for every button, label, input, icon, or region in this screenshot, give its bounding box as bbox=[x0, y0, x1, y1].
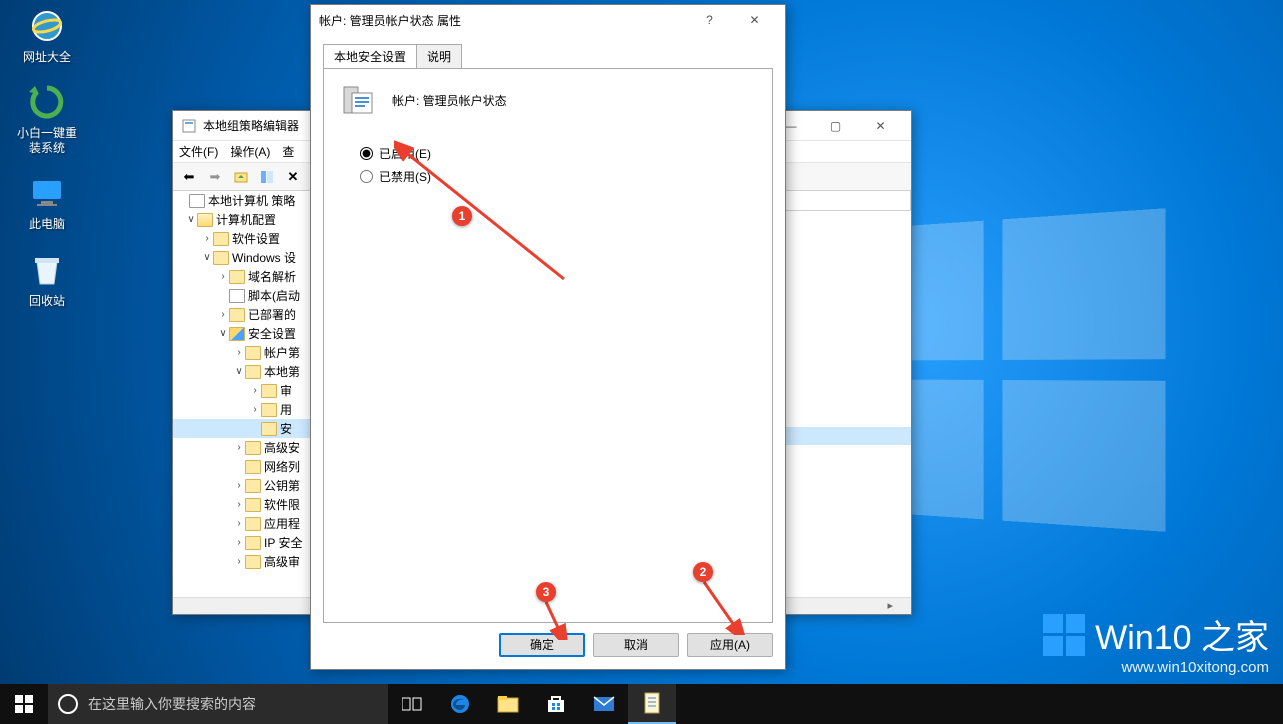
up-button[interactable] bbox=[229, 166, 253, 188]
notepad-icon bbox=[643, 692, 661, 714]
radio-enabled[interactable]: 已启用(E) bbox=[360, 145, 754, 162]
reload-icon bbox=[27, 82, 67, 122]
cortana-icon bbox=[58, 694, 78, 714]
desktop-icons: 网址大全 小白一键重装系统 此电脑 回收站 bbox=[12, 6, 82, 308]
delete-button[interactable]: ✕ bbox=[281, 166, 305, 188]
menu-action[interactable]: 操作(A) bbox=[230, 143, 270, 160]
task-view-button[interactable] bbox=[388, 684, 436, 724]
dialog-buttons: 确定 取消 应用(A) bbox=[323, 623, 773, 657]
props-title: 帐户: 管理员帐户状态 属性 bbox=[319, 12, 687, 29]
ok-button[interactable]: 确定 bbox=[499, 633, 585, 657]
props-titlebar[interactable]: 帐户: 管理员帐户状态 属性 ? ✕ bbox=[311, 5, 785, 35]
desktop-icon-thispc[interactable]: 此电脑 bbox=[12, 173, 82, 231]
mail-icon bbox=[593, 696, 615, 712]
close-button[interactable]: ✕ bbox=[732, 6, 777, 34]
policy-name: 帐户: 管理员帐户状态 bbox=[392, 92, 507, 109]
search-placeholder: 在这里输入你要搜索的内容 bbox=[88, 694, 256, 714]
taskbar-search[interactable]: 在这里输入你要搜索的内容 bbox=[48, 684, 388, 724]
mail-taskbar[interactable] bbox=[580, 684, 628, 724]
tab-panel: 帐户: 管理员帐户状态 已启用(E) 已禁用(S) bbox=[323, 68, 773, 623]
taskbar: 在这里输入你要搜索的内容 bbox=[0, 684, 1283, 724]
edge-taskbar[interactable] bbox=[436, 684, 484, 724]
radio-disabled-input[interactable] bbox=[360, 170, 373, 183]
show-hide-tree-button[interactable] bbox=[255, 166, 279, 188]
maximize-button[interactable]: ▢ bbox=[813, 112, 858, 140]
forward-button[interactable]: ➡ bbox=[203, 166, 227, 188]
annotation-badge-3: 3 bbox=[536, 582, 556, 602]
help-button[interactable]: ? bbox=[687, 6, 732, 34]
windows-start-icon bbox=[15, 695, 33, 713]
task-view-icon bbox=[402, 696, 422, 712]
close-button[interactable]: ✕ bbox=[858, 112, 903, 140]
folder-icon bbox=[497, 695, 519, 713]
menu-view[interactable]: 查 bbox=[282, 143, 294, 160]
ie-icon bbox=[27, 6, 67, 46]
desktop-icon-recycle[interactable]: 回收站 bbox=[12, 250, 82, 308]
store-icon bbox=[546, 694, 566, 714]
back-button[interactable]: ⬅ bbox=[177, 166, 201, 188]
notepad-taskbar[interactable] bbox=[628, 684, 676, 724]
gpedit-icon bbox=[181, 118, 197, 134]
policy-icon bbox=[342, 83, 376, 117]
windows-logo-icon bbox=[1043, 614, 1085, 656]
tab-explanation[interactable]: 说明 bbox=[416, 44, 462, 69]
annotation-badge-1: 1 bbox=[452, 206, 472, 226]
menu-file[interactable]: 文件(F) bbox=[179, 143, 218, 160]
properties-dialog: 帐户: 管理员帐户状态 属性 ? ✕ 本地安全设置 说明 帐户: 管理员帐户状态 bbox=[310, 4, 786, 670]
store-taskbar[interactable] bbox=[532, 684, 580, 724]
explorer-taskbar[interactable] bbox=[484, 684, 532, 724]
radio-enabled-input[interactable] bbox=[360, 147, 373, 160]
desktop-icon-xiaobai[interactable]: 小白一键重装系统 bbox=[12, 82, 82, 155]
desktop-icon-ie[interactable]: 网址大全 bbox=[12, 6, 82, 64]
radio-disabled[interactable]: 已禁用(S) bbox=[360, 168, 754, 185]
start-button[interactable] bbox=[0, 684, 48, 724]
pc-icon bbox=[27, 173, 67, 213]
recycle-bin-icon bbox=[27, 250, 67, 290]
edge-icon bbox=[449, 693, 471, 715]
tab-local-security[interactable]: 本地安全设置 bbox=[323, 44, 417, 69]
cancel-button[interactable]: 取消 bbox=[593, 633, 679, 657]
apply-button[interactable]: 应用(A) bbox=[687, 633, 773, 657]
annotation-badge-2: 2 bbox=[693, 562, 713, 582]
watermark: Win10 之家 www.win10xitong.com bbox=[1043, 610, 1269, 676]
props-tabs: 本地安全设置 说明 bbox=[323, 44, 773, 69]
